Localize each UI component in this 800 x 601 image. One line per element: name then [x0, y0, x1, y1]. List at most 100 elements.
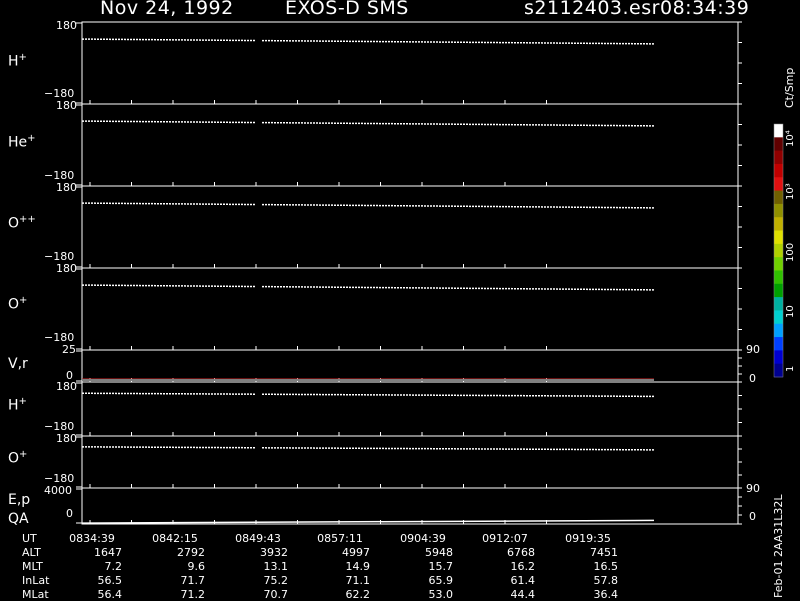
ytick-top: 180	[56, 380, 77, 393]
colorbar-cell	[774, 137, 783, 152]
eph-row-label: UT	[22, 532, 37, 545]
ytick-top: 4000	[44, 484, 72, 497]
colorbar-unit: Ct/Smp	[783, 67, 796, 108]
rtick-top: 90	[746, 482, 760, 495]
series-trace	[81, 446, 256, 449]
panel-label-vr: V,r	[8, 356, 28, 372]
series-trace	[261, 393, 655, 398]
rtick-bottom: 0	[749, 510, 756, 523]
ytick-bottom: 0	[66, 507, 73, 520]
panel-label-h-plus: H+	[8, 52, 27, 70]
eph-cell: 6768	[507, 546, 535, 559]
series-trace	[81, 202, 256, 206]
colorbar-tick-10: 10	[785, 305, 796, 318]
colorbar-cell	[774, 270, 783, 285]
eph-cell: 7.2	[104, 560, 123, 573]
ytick-top: 180	[56, 99, 77, 112]
plot-svg	[76, 21, 784, 525]
eph-cell: 13.1	[263, 560, 289, 573]
colorbar-cell	[774, 217, 783, 232]
panel-frame	[81, 103, 739, 187]
eph-cell: 44.4	[510, 588, 536, 601]
panel-frame	[81, 21, 739, 105]
colorbar-tick-100: 100	[785, 242, 796, 262]
eph-cell: 61.4	[510, 574, 536, 587]
colorbar-cell	[774, 163, 783, 178]
eph-row-label: ALT	[22, 546, 41, 559]
ytick-top: 180	[56, 181, 77, 194]
ytick-top: 180	[56, 432, 77, 445]
colorbar-cell	[774, 283, 783, 298]
eph-cell: 70.7	[263, 588, 289, 601]
panel-frame	[81, 185, 739, 269]
ytick-top: 25	[62, 343, 76, 356]
colorbar-cell	[774, 350, 783, 365]
series-trace	[261, 285, 655, 291]
colorbar-tick-1: 1	[785, 365, 796, 372]
eph-cell: 3932	[260, 546, 288, 559]
series-trace	[81, 519, 655, 524]
eph-cell: 1647	[94, 546, 122, 559]
colorbar-cell	[774, 323, 783, 338]
eph-cell: 16.5	[593, 560, 619, 573]
eph-cell: 71.7	[180, 574, 206, 587]
colorbar-cell	[774, 124, 783, 138]
eph-cell: 56.5	[97, 574, 123, 587]
colorbar-cell	[774, 257, 783, 271]
series-trace	[261, 121, 655, 127]
eph-cell: 0842:15	[152, 532, 198, 545]
eph-cell: 71.2	[180, 588, 206, 601]
eph-cell: 57.8	[593, 574, 619, 587]
series-trace	[261, 203, 655, 209]
eph-row-label: MLT	[22, 560, 43, 573]
colorbar-cell	[774, 177, 783, 192]
panel-label-qa: QA	[8, 511, 29, 527]
eph-cell: 0834:39	[69, 532, 115, 545]
series-trace	[261, 39, 655, 45]
eph-cell: 75.2	[263, 574, 289, 587]
panel-label-he-plus: He+	[8, 133, 36, 151]
panel-frame	[81, 435, 739, 489]
eph-row-label: InLat	[22, 574, 50, 587]
panel-label-h-plus-2: H+	[8, 396, 27, 414]
colorbar-cell	[774, 230, 783, 245]
eph-cell: 0919:35	[565, 532, 611, 545]
colorbar-tick-1000: 10³	[785, 183, 796, 200]
eph-row-label: MLat	[22, 588, 49, 601]
series-trace	[81, 120, 256, 124]
colorbar-cell	[774, 297, 783, 311]
colorbar-cell	[774, 150, 783, 165]
version-label: Feb-01 2AA31L32L	[772, 494, 785, 598]
rtick-top: 90	[746, 343, 760, 356]
eph-cell: 53.0	[428, 588, 454, 601]
ytick-top: 180	[56, 262, 77, 275]
colorbar-cell	[774, 203, 783, 218]
eph-cell: 14.9	[345, 560, 371, 573]
panel-frame	[81, 267, 739, 351]
rtick-bottom: 0	[749, 372, 756, 385]
series-trace	[81, 392, 256, 395]
colorbar-tick-10000: 10⁴	[785, 130, 796, 147]
panel-label-ep: E,p	[8, 492, 31, 508]
series-trace	[81, 38, 256, 42]
eph-cell: 71.1	[345, 574, 371, 587]
eph-cell: 15.7	[428, 560, 454, 573]
eph-cell: 65.9	[428, 574, 454, 587]
panel-frame	[81, 487, 739, 525]
eph-cell: 9.6	[187, 560, 206, 573]
eph-cell: 36.4	[593, 588, 619, 601]
colorbar-cell	[774, 190, 783, 205]
eph-cell: 4997	[342, 546, 370, 559]
eph-cell: 5948	[425, 546, 453, 559]
series-trace	[261, 447, 655, 451]
eph-cell: 2792	[177, 546, 205, 559]
colorbar-cell	[774, 363, 783, 378]
panel-label-o-plus: O+	[8, 295, 28, 313]
panel-frame	[81, 349, 739, 383]
vr-band	[82, 379, 654, 381]
panel-label-o-plus-2: O+	[8, 449, 28, 467]
colorbar-cell	[774, 243, 783, 258]
eph-cell: 0857:11	[317, 532, 363, 545]
colorbar-cell	[774, 337, 783, 351]
panel-label-o-plusplus: O++	[8, 214, 36, 232]
